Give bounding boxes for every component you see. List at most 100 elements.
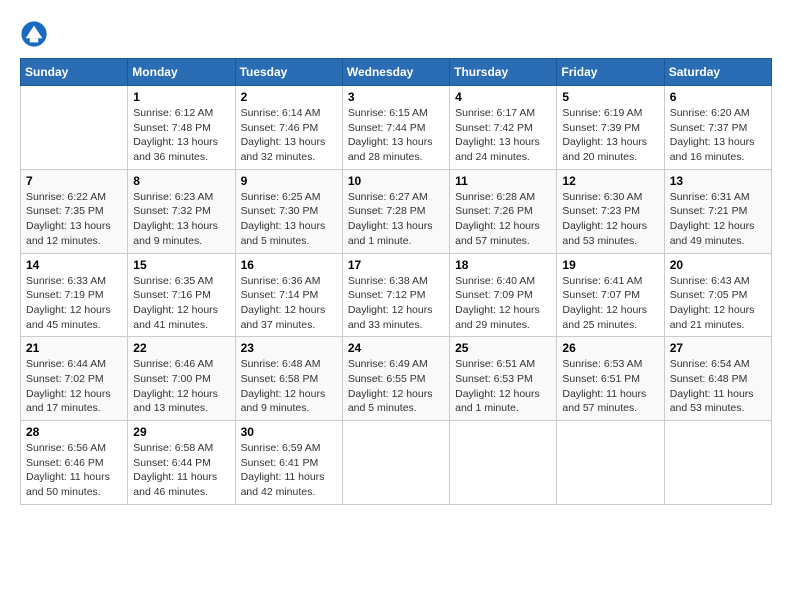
day-number: 20: [670, 258, 766, 272]
day-number: 7: [26, 174, 122, 188]
calendar-cell: 10 Sunrise: 6:27 AM Sunset: 7:28 PM Dayli…: [342, 169, 449, 253]
day-info: Sunrise: 6:48 AM Sunset: 6:58 PM Dayligh…: [241, 357, 337, 416]
calendar-cell: 14 Sunrise: 6:33 AM Sunset: 7:19 PM Dayli…: [21, 253, 128, 337]
day-number: 9: [241, 174, 337, 188]
day-number: 11: [455, 174, 551, 188]
calendar-cell: 7 Sunrise: 6:22 AM Sunset: 7:35 PM Daylig…: [21, 169, 128, 253]
day-number: 13: [670, 174, 766, 188]
day-number: 25: [455, 341, 551, 355]
calendar-cell: 28Sunrise: 6:56 AM Sunset: 6:46 PM Dayli…: [21, 421, 128, 505]
calendar-cell: 16 Sunrise: 6:36 AM Sunset: 7:14 PM Dayli…: [235, 253, 342, 337]
day-info: Sunrise: 6:56 AM Sunset: 6:46 PM Dayligh…: [26, 441, 122, 500]
day-number: 3: [348, 90, 444, 104]
calendar-cell: 20 Sunrise: 6:43 AM Sunset: 7:05 PM Dayli…: [664, 253, 771, 337]
day-info: Sunrise: 6:43 AM Sunset: 7:05 PM Dayligh…: [670, 274, 766, 333]
calendar-cell: [557, 421, 664, 505]
calendar-week-4: 21 Sunrise: 6:44 AM Sunset: 7:02 PM Dayli…: [21, 337, 772, 421]
calendar-cell: [342, 421, 449, 505]
calendar-cell: 22 Sunrise: 6:46 AM Sunset: 7:00 PM Dayli…: [128, 337, 235, 421]
col-header-wednesday: Wednesday: [342, 59, 449, 86]
day-info: Sunrise: 6:31 AM Sunset: 7:21 PM Dayligh…: [670, 190, 766, 249]
day-info: Sunrise: 6:19 AM Sunset: 7:39 PM Dayligh…: [562, 106, 658, 165]
day-info: Sunrise: 6:22 AM Sunset: 7:35 PM Dayligh…: [26, 190, 122, 249]
col-header-friday: Friday: [557, 59, 664, 86]
calendar-cell: 15Sunrise: 6:35 AM Sunset: 7:16 PM Dayli…: [128, 253, 235, 337]
calendar-cell: [664, 421, 771, 505]
calendar-cell: 19 Sunrise: 6:41 AM Sunset: 7:07 PM Dayli…: [557, 253, 664, 337]
day-info: Sunrise: 6:38 AM Sunset: 7:12 PM Dayligh…: [348, 274, 444, 333]
day-info: Sunrise: 6:14 AM Sunset: 7:46 PM Dayligh…: [241, 106, 337, 165]
calendar-cell: 23 Sunrise: 6:48 AM Sunset: 6:58 PM Dayli…: [235, 337, 342, 421]
calendar-cell: 1 Sunrise: 6:12 AM Sunset: 7:48 PM Daylig…: [128, 86, 235, 170]
calendar-cell: 17 Sunrise: 6:38 AM Sunset: 7:12 PM Dayli…: [342, 253, 449, 337]
calendar-table: SundayMondayTuesdayWednesdayThursdayFrid…: [20, 58, 772, 505]
day-number: 19: [562, 258, 658, 272]
calendar-cell: 12Sunrise: 6:30 AM Sunset: 7:23 PM Dayli…: [557, 169, 664, 253]
day-info: Sunrise: 6:41 AM Sunset: 7:07 PM Dayligh…: [562, 274, 658, 333]
calendar-cell: [450, 421, 557, 505]
calendar-cell: [21, 86, 128, 170]
day-number: 22: [133, 341, 229, 355]
day-info: Sunrise: 6:25 AM Sunset: 7:30 PM Dayligh…: [241, 190, 337, 249]
day-number: 16: [241, 258, 337, 272]
day-number: 2: [241, 90, 337, 104]
day-number: 23: [241, 341, 337, 355]
day-number: 1: [133, 90, 229, 104]
day-number: 14: [26, 258, 122, 272]
calendar-week-1: 1 Sunrise: 6:12 AM Sunset: 7:48 PM Daylig…: [21, 86, 772, 170]
day-info: Sunrise: 6:58 AM Sunset: 6:44 PM Dayligh…: [133, 441, 229, 500]
day-info: Sunrise: 6:33 AM Sunset: 7:19 PM Dayligh…: [26, 274, 122, 333]
day-number: 24: [348, 341, 444, 355]
calendar-cell: 13 Sunrise: 6:31 AM Sunset: 7:21 PM Dayli…: [664, 169, 771, 253]
day-number: 4: [455, 90, 551, 104]
day-number: 5: [562, 90, 658, 104]
calendar-cell: 26 Sunrise: 6:53 AM Sunset: 6:51 PM Dayli…: [557, 337, 664, 421]
header-row: SundayMondayTuesdayWednesdayThursdayFrid…: [21, 59, 772, 86]
calendar-cell: 24 Sunrise: 6:49 AM Sunset: 6:55 PM Dayli…: [342, 337, 449, 421]
calendar-cell: 11 Sunrise: 6:28 AM Sunset: 7:26 PM Dayli…: [450, 169, 557, 253]
day-info: Sunrise: 6:46 AM Sunset: 7:00 PM Dayligh…: [133, 357, 229, 416]
col-header-monday: Monday: [128, 59, 235, 86]
col-header-thursday: Thursday: [450, 59, 557, 86]
day-info: Sunrise: 6:12 AM Sunset: 7:48 PM Dayligh…: [133, 106, 229, 165]
day-info: Sunrise: 6:17 AM Sunset: 7:42 PM Dayligh…: [455, 106, 551, 165]
day-info: Sunrise: 6:49 AM Sunset: 6:55 PM Dayligh…: [348, 357, 444, 416]
logo-icon: [20, 20, 48, 48]
day-info: Sunrise: 6:53 AM Sunset: 6:51 PM Dayligh…: [562, 357, 658, 416]
day-info: Sunrise: 6:59 AM Sunset: 6:41 PM Dayligh…: [241, 441, 337, 500]
day-number: 6: [670, 90, 766, 104]
day-info: Sunrise: 6:15 AM Sunset: 7:44 PM Dayligh…: [348, 106, 444, 165]
day-info: Sunrise: 6:36 AM Sunset: 7:14 PM Dayligh…: [241, 274, 337, 333]
col-header-tuesday: Tuesday: [235, 59, 342, 86]
day-number: 21: [26, 341, 122, 355]
day-info: Sunrise: 6:28 AM Sunset: 7:26 PM Dayligh…: [455, 190, 551, 249]
day-info: Sunrise: 6:51 AM Sunset: 6:53 PM Dayligh…: [455, 357, 551, 416]
day-number: 27: [670, 341, 766, 355]
day-number: 18: [455, 258, 551, 272]
day-number: 29: [133, 425, 229, 439]
page-header: [20, 20, 772, 48]
day-number: 30: [241, 425, 337, 439]
day-number: 8: [133, 174, 229, 188]
day-number: 17: [348, 258, 444, 272]
calendar-cell: 29 Sunrise: 6:58 AM Sunset: 6:44 PM Dayli…: [128, 421, 235, 505]
calendar-cell: 2 Sunrise: 6:14 AM Sunset: 7:46 PM Daylig…: [235, 86, 342, 170]
day-info: Sunrise: 6:44 AM Sunset: 7:02 PM Dayligh…: [26, 357, 122, 416]
calendar-cell: 27 Sunrise: 6:54 AM Sunset: 6:48 PM Dayli…: [664, 337, 771, 421]
calendar-cell: 18Sunrise: 6:40 AM Sunset: 7:09 PM Dayli…: [450, 253, 557, 337]
day-number: 26: [562, 341, 658, 355]
logo: [20, 20, 52, 48]
day-info: Sunrise: 6:54 AM Sunset: 6:48 PM Dayligh…: [670, 357, 766, 416]
calendar-cell: 30 Sunrise: 6:59 AM Sunset: 6:41 PM Dayli…: [235, 421, 342, 505]
calendar-cell: 25 Sunrise: 6:51 AM Sunset: 6:53 PM Dayli…: [450, 337, 557, 421]
day-info: Sunrise: 6:35 AM Sunset: 7:16 PM Dayligh…: [133, 274, 229, 333]
calendar-week-3: 14 Sunrise: 6:33 AM Sunset: 7:19 PM Dayli…: [21, 253, 772, 337]
day-info: Sunrise: 6:23 AM Sunset: 7:32 PM Dayligh…: [133, 190, 229, 249]
calendar-cell: 6Sunrise: 6:20 AM Sunset: 7:37 PM Daylig…: [664, 86, 771, 170]
day-info: Sunrise: 6:27 AM Sunset: 7:28 PM Dayligh…: [348, 190, 444, 249]
calendar-week-2: 7 Sunrise: 6:22 AM Sunset: 7:35 PM Daylig…: [21, 169, 772, 253]
calendar-cell: 5 Sunrise: 6:19 AM Sunset: 7:39 PM Daylig…: [557, 86, 664, 170]
day-number: 10: [348, 174, 444, 188]
calendar-cell: 9 Sunrise: 6:25 AM Sunset: 7:30 PM Daylig…: [235, 169, 342, 253]
calendar-cell: 8 Sunrise: 6:23 AM Sunset: 7:32 PM Daylig…: [128, 169, 235, 253]
